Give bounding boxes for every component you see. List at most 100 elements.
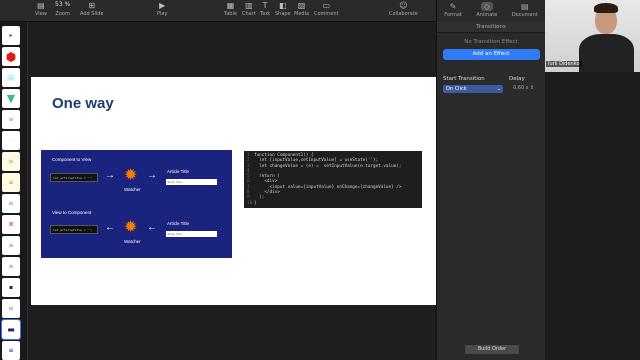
participant-name: Iurii Didenko [546,61,582,67]
slide-thumb-icon: ≡ [8,242,14,249]
sidebar-icon: ▤ [37,1,45,10]
slide-thumbnail[interactable]: ≡ [2,152,20,171]
gear-icon: ✹ [124,167,138,184]
slide-thumb-icon: ▬ [7,325,15,334]
presenter-body [579,34,634,72]
article-title-label: Article Title [167,169,190,174]
start-transition-select[interactable]: On Click ⌄ [443,85,503,93]
data-flow-diagram[interactable]: Component to View let articleTitle = '';… [41,150,232,258]
inspector-panel: ✎ Format ◇ Animate ▤ Document Transitions N… [436,0,545,360]
slide-thumb-icon: ≡ [8,263,14,270]
video-call-background [545,72,640,360]
code-line-text: let changeValue = (e) = setInputValue(e.… [254,163,402,169]
arrow-left-icon: ← [147,222,157,233]
webcam-feed: Iurii Didenko [545,0,640,72]
watcher-label: Watcher [124,187,141,192]
slide-thumbnail[interactable]: ≡ [2,194,20,213]
slide-canvas: One way Component to View let articleTit… [28,22,436,360]
code-snippet[interactable]: 1 function Component1() { 2 let [inputVal… [244,151,422,208]
slide-thumbnail[interactable]: ≣ [2,215,20,234]
slide-thumbnail[interactable]: · [2,131,20,150]
keynote-window: ▤ View 53 % Zoom ⊞ Add Slide ▶ Play ▦ Table ▥… [0,0,640,360]
add-effect-button[interactable]: Add an Effect [442,49,540,60]
document-icon: ▤ [521,2,529,11]
stepper-icon: ⇕ [529,85,535,91]
diagram-bottom-label: View to Component [52,210,92,215]
presenter-hair [594,3,618,13]
slide-thumbnail[interactable]: ≡ [2,341,20,360]
slide-thumb-icon: · [10,137,12,144]
slide-thumbnail[interactable]: ▸ [2,26,20,45]
comment-icon: ▭ [322,1,331,10]
diagram-code-box: let articleTitle = ''; [50,225,98,234]
view-button[interactable]: ▤ View [35,2,47,17]
article-title-input: Enter Title... [166,179,217,185]
slide-title[interactable]: One way [52,95,114,112]
media-button[interactable]: ▨ Media [294,2,309,17]
slide-thumbnail[interactable]: ⬢ [2,47,20,66]
start-transition-label: Start Transition [443,76,485,82]
gear-icon: ✹ [124,219,138,236]
slide-thumbnail[interactable]: ≡ [2,110,20,129]
table-icon: ▦ [226,1,235,10]
delay-stepper[interactable]: 0,60 s ⇕ [513,85,534,91]
tab-format[interactable]: ✎ Format [444,2,462,18]
transitions-header[interactable]: Transitions [437,22,545,33]
no-transition-label: No Transition Effect [464,39,518,45]
add-slide-icon: ⊞ [88,1,96,10]
media-icon: ▨ [297,1,306,10]
text-icon: T [262,1,268,10]
diagram-top-label: Component to View [52,157,92,162]
comment-button[interactable]: ▭ Comment [314,2,339,17]
add-slide-button[interactable]: ⊞ Add Slide [80,2,103,17]
animate-icon: ◇ [480,2,493,11]
collaborate-icon: ☺ [399,1,408,10]
play-icon: ▶ [159,1,166,10]
shape-button[interactable]: ◧ Shape [275,2,291,17]
slide-thumb-icon: ≡ [8,179,14,186]
slide-thumbnail[interactable]: ≡ [2,173,20,192]
angular-logo-icon: ⬢ [5,49,17,64]
tab-animate[interactable]: ◇ Animate [476,2,497,18]
chart-icon: ▥ [245,1,253,10]
zoom-value: 53 % [55,1,71,8]
react-logo-icon: ⚛ [5,70,17,85]
slide-thumb-icon: ▸ [9,32,13,39]
vue-logo-icon: ▼ [6,92,16,105]
slide-thumbnail[interactable]: ≡ [2,236,20,255]
inspector-tabs: ✎ Format ◇ Animate ▤ Document [437,0,545,22]
shape-icon: ◧ [279,1,287,10]
arrow-right-icon: → [147,170,157,181]
table-button[interactable]: ▦ Table [224,2,237,17]
slide-navigator: ▸ ⬢ ⚛ ▼ ≡ · ≡ ≡ ≡ ≣ ≡ ≡ ▪ ≡ ▬ ≡ [0,22,28,360]
slide-thumbnail[interactable]: ⚛ [2,68,20,87]
collaborate-button[interactable]: ☺ Collaborate [389,2,418,17]
slide-thumb-icon: ≡ [8,347,14,354]
tab-document[interactable]: ▤ Document [512,2,538,18]
slide-thumbnail[interactable]: ▼ [2,89,20,108]
slide-thumbnail[interactable]: ≡ [2,257,20,276]
slide-thumbnail-selected[interactable]: ▬ [1,319,21,340]
play-button[interactable]: ▶ Play [157,2,167,17]
diagram-code-box: let articleTitle = ''; [50,173,98,182]
slide-thumb-icon: ▪ [8,284,14,291]
code-line: 3 let changeValue = (e) = setInputValue(… [247,163,402,169]
slide-thumb-icon: ≡ [8,305,14,312]
chart-button[interactable]: ▥ Chart [242,2,256,17]
delay-label: Delay [509,76,525,82]
paintbrush-icon: ✎ [449,2,457,11]
slide-thumb-icon: ≡ [8,200,14,207]
slide-thumbnail[interactable]: ▪ [2,278,20,297]
chevron-down-icon: ⌄ [496,86,501,92]
build-order-button[interactable]: Build Order [465,345,519,354]
zoom-control[interactable]: 53 % Zoom [55,2,70,17]
slide-thumb-icon: ≡ [8,158,14,165]
slide-thumbnail[interactable]: ≡ [2,299,20,318]
code-line: 10} [247,200,257,206]
article-title-input: Enter Title... [166,231,217,237]
arrow-left-icon: ← [105,222,115,233]
code-line-text: } [254,200,257,206]
text-button[interactable]: T Text [260,2,270,17]
arrow-right-icon: → [105,170,115,181]
slide[interactable]: One way Component to View let articleTit… [31,77,436,305]
